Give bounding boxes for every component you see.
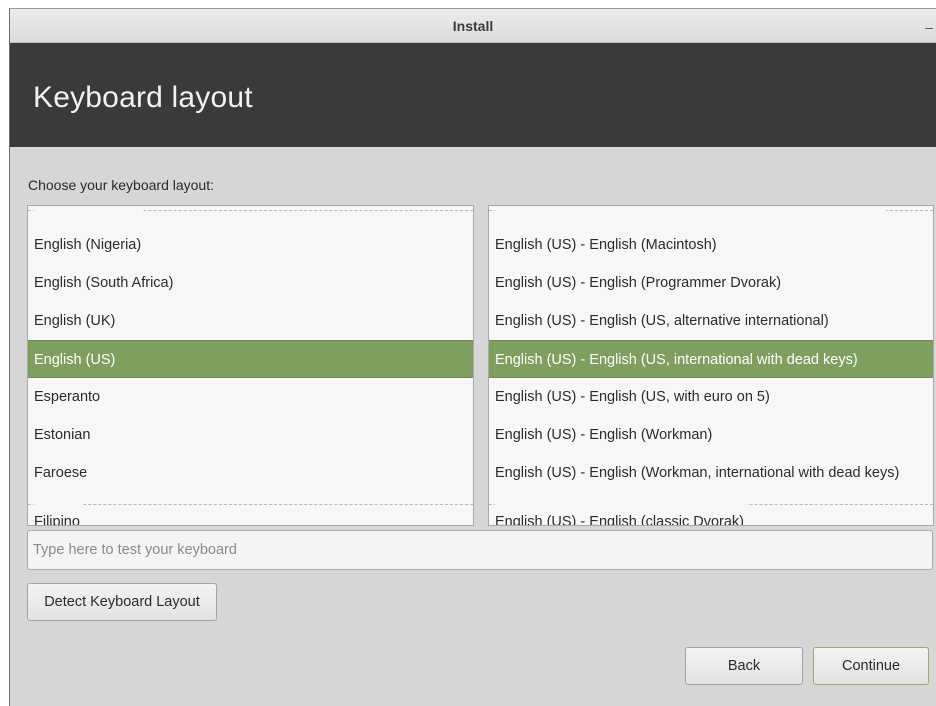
detect-keyboard-layout-button[interactable]: Detect Keyboard Layout — [27, 583, 217, 621]
layout-list-item[interactable]: English (South Africa) — [28, 264, 473, 302]
list-item-label: English (US) - English (US, with euro on… — [495, 389, 773, 405]
keyboard-test-input[interactable] — [28, 531, 932, 569]
list-item-label: English (US) - English (classic Dvorak) — [495, 503, 747, 525]
keyboard-layout-list[interactable]: English (Ghana) English (Nigeria) English … — [27, 205, 474, 526]
layout-list-item[interactable]: English (UK) — [28, 302, 473, 340]
variant-list-item[interactable]: English (US) - English (classic Dvorak) — [489, 503, 933, 525]
list-item-label: Estonian — [34, 427, 94, 443]
variant-list-item[interactable]: English (US) - English (US, internationa… — [489, 340, 933, 378]
page-title: Keyboard layout — [33, 81, 253, 114]
list-item-label: English (Ghana) — [34, 206, 142, 218]
variant-list-item[interactable]: English (US) - English (Workman) — [489, 416, 933, 454]
back-button[interactable]: Back — [685, 647, 803, 685]
list-item-label: English (Nigeria) — [34, 237, 145, 253]
list-item-label: English (US) - English (Programmer Dvora… — [495, 275, 785, 291]
list-item-label: English (US) — [34, 352, 116, 368]
keyboard-variant-list[interactable]: English (US) - English (Dvorak, internat… — [488, 205, 934, 526]
layout-list-item[interactable]: Esperanto — [28, 378, 473, 416]
list-item-label: English (US) - English (Macintosh) — [495, 237, 720, 253]
layout-list-item[interactable]: Faroese — [28, 454, 473, 492]
list-item-label: English (US) - English (US, internationa… — [495, 352, 858, 368]
title-bar[interactable]: Install – — [10, 9, 936, 43]
list-item-label: English (US) - English (Workman) — [495, 427, 716, 443]
layout-list-item[interactable]: Estonian — [28, 416, 473, 454]
layout-list-item[interactable]: English (Nigeria) — [28, 226, 473, 264]
layout-list-item[interactable]: English (US) — [28, 340, 473, 378]
layout-prompt-label: Choose your keyboard layout: — [28, 177, 214, 193]
minimize-icon[interactable]: – — [924, 19, 934, 35]
variant-list-item[interactable]: English (US) - English (US, with euro on… — [489, 378, 933, 416]
list-item-label: English (UK) — [34, 313, 119, 329]
list-item-label: Filipino — [34, 503, 83, 525]
page-header: Keyboard layout — [10, 43, 936, 147]
keyboard-test-field[interactable] — [27, 530, 933, 570]
list-item-label: English (US) - English (Workman, interna… — [495, 465, 903, 481]
variant-list-item[interactable]: English (US) - English (Programmer Dvora… — [489, 264, 933, 302]
variant-list-item[interactable]: English (US) - English (Workman, interna… — [489, 454, 933, 492]
continue-button[interactable]: Continue — [813, 647, 929, 685]
variant-list-item[interactable]: English (US) - English (US, alternative … — [489, 302, 933, 340]
list-item-label: Esperanto — [34, 389, 104, 405]
variant-list-item[interactable]: English (US) - English (Dvorak, internat… — [489, 206, 933, 226]
list-item-label: English (US) - English (US, alternative … — [495, 313, 832, 329]
layout-list-item[interactable]: Filipino — [28, 503, 473, 525]
list-item-label: English (US) - English (Dvorak, internat… — [495, 206, 887, 218]
variant-list-item[interactable]: English (US) - English (Macintosh) — [489, 226, 933, 264]
window-title: Install — [452, 18, 494, 34]
installer-window: Install – Keyboard layout Choose your ke… — [9, 8, 936, 706]
list-item-label: Faroese — [34, 465, 91, 481]
layout-list-item[interactable]: English (Ghana) — [28, 206, 473, 226]
list-item-label: English (South Africa) — [34, 275, 177, 291]
